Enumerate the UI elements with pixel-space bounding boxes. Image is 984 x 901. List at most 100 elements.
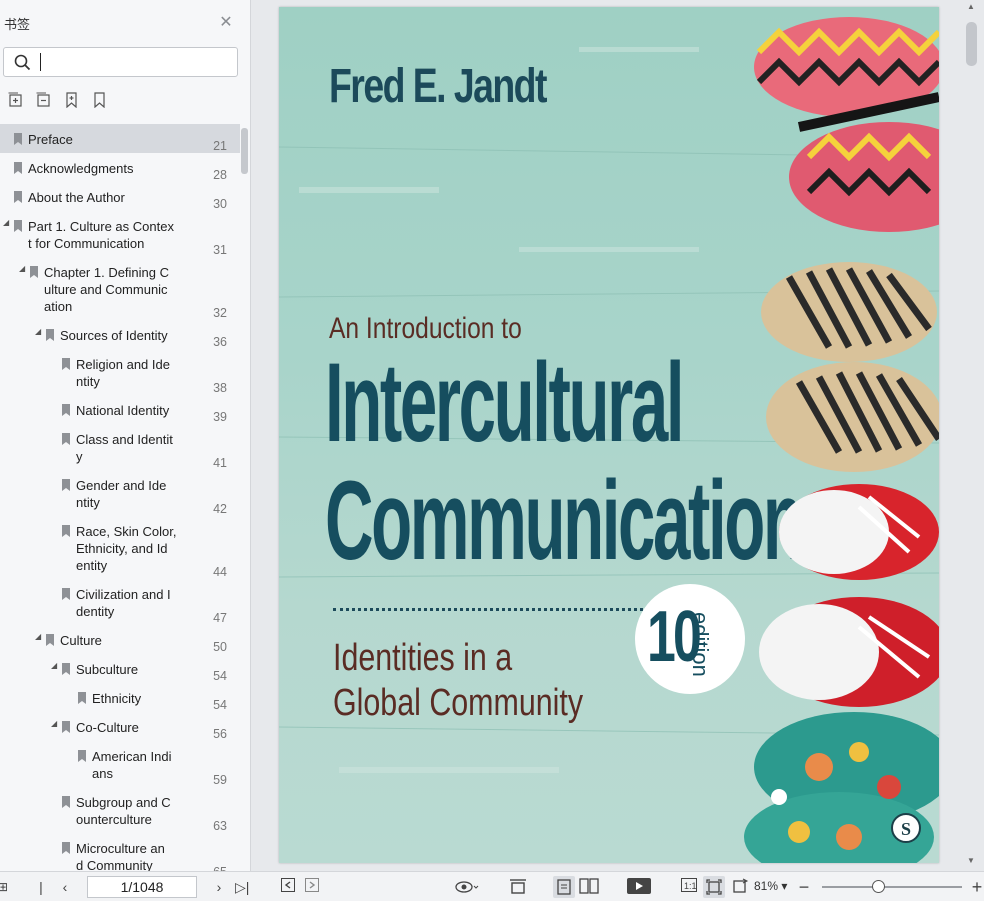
bookmark-label: National Identity	[76, 403, 170, 418]
zoom-slider[interactable]	[822, 886, 962, 888]
bookmark-item[interactable]: ◢ Culture 50	[0, 625, 240, 654]
search-input[interactable]	[40, 53, 230, 71]
two-page-view-icon[interactable]	[578, 878, 600, 896]
bookmark-icon	[62, 479, 70, 491]
fit-width-icon[interactable]	[508, 878, 528, 896]
shoes-illustration	[744, 17, 939, 863]
zoom-out-icon[interactable]: −	[797, 878, 811, 896]
bookmark-item[interactable]: Gender and Ide ntity 42	[0, 470, 240, 516]
bookmark-icon	[78, 750, 86, 762]
expand-all-icon[interactable]	[8, 92, 24, 108]
back-icon[interactable]	[280, 878, 296, 896]
collapse-all-icon[interactable]	[36, 92, 52, 108]
zoom-level[interactable]: 81% ▾	[754, 879, 787, 893]
collapse-toggle-icon[interactable]: ◢	[51, 719, 59, 729]
book-title-line-1: Intercultural	[325, 340, 685, 465]
sidebar-scrollbar[interactable]	[241, 128, 248, 174]
bookmark-label: Microculture an d Community	[76, 841, 165, 871]
bookmark-item[interactable]: Preface 21	[0, 124, 240, 153]
bookmark-label: Co-Culture	[76, 720, 139, 735]
page-number-input[interactable]: 1/1048	[87, 876, 197, 898]
bookmark-label: Class and Identit y	[76, 432, 173, 464]
rotate-page-icon[interactable]	[732, 878, 750, 896]
bookmark-item[interactable]: ◢ Sources of Identity 36	[0, 320, 240, 349]
document-scroll-thumb[interactable]	[966, 22, 977, 66]
bottom-toolbar: ⊞ |◁ ‹ 1/1048 › ▷| 1:1 81% ▾ − +	[0, 871, 984, 901]
bookmark-icon	[62, 796, 70, 808]
bookmark-icon	[30, 266, 38, 278]
bookmark-item[interactable]: ◢ Chapter 1. Defining C ulture and Commun…	[0, 257, 240, 320]
bookmark-item[interactable]: American Indi ans 59	[0, 741, 240, 787]
bookmark-item[interactable]: National Identity 39	[0, 395, 240, 424]
edition-word: edition	[688, 612, 713, 677]
bookmark-item[interactable]: Ethnicity 54	[0, 683, 240, 712]
zoom-slider-handle[interactable]	[872, 880, 885, 893]
bookmark-item[interactable]: About the Author 30	[0, 182, 240, 211]
scroll-up-arrow-icon[interactable]: ▲	[967, 2, 975, 11]
bookmark-item[interactable]: Class and Identit y 41	[0, 424, 240, 470]
last-page-icon[interactable]: ▷|	[235, 878, 249, 896]
bookmark-icon	[78, 692, 86, 704]
partial-icon[interactable]: ⊞	[0, 878, 8, 896]
zoom-in-icon[interactable]: +	[970, 878, 984, 896]
bookmark-page-number: 65	[213, 864, 227, 871]
bookmark-label: Preface	[28, 132, 73, 147]
bookmark-label: Culture	[60, 633, 102, 648]
bookmark-icon	[14, 191, 22, 203]
close-icon[interactable]: ✕	[217, 14, 235, 32]
bookmark-label: Civilization and I dentity	[76, 587, 171, 619]
publisher-logo: S	[891, 813, 921, 843]
collapse-toggle-icon[interactable]: ◢	[51, 661, 59, 671]
bookmark-item[interactable]: Race, Skin Color, Ethnicity, and Id enti…	[0, 516, 240, 579]
dotted-divider	[333, 608, 643, 611]
svg-text:S: S	[901, 819, 911, 839]
book-author: Fred E. Jandt	[329, 60, 547, 113]
book-subtitle-line-1: Identities in a	[333, 637, 513, 679]
bookmark-item[interactable]: Acknowledgments 28	[0, 153, 240, 182]
collapse-toggle-icon[interactable]: ◢	[3, 218, 11, 228]
forward-icon[interactable]	[304, 878, 320, 896]
bookmark-label: Sources of Identity	[60, 328, 168, 343]
scroll-down-arrow-icon[interactable]: ▼	[967, 856, 975, 865]
actual-size-icon[interactable]: 1:1	[680, 878, 698, 896]
collapse-toggle-icon[interactable]: ◢	[35, 632, 43, 642]
add-bookmark-icon[interactable]	[64, 92, 80, 108]
first-page-icon[interactable]: |◁	[34, 878, 48, 901]
bookmark-item[interactable]: Religion and Ide ntity 38	[0, 349, 240, 395]
book-cover-page: Fred E. Jandt An Introduction to Intercu…	[279, 7, 939, 863]
bookmark-icon	[62, 588, 70, 600]
collapse-toggle-icon[interactable]: ◢	[19, 264, 27, 274]
next-page-icon[interactable]: ›	[212, 878, 226, 896]
play-slideshow-icon[interactable]	[627, 878, 651, 896]
bookmark-search[interactable]	[3, 47, 238, 77]
search-icon	[14, 54, 31, 71]
svg-text:1:1: 1:1	[684, 881, 697, 891]
single-page-view-icon[interactable]	[553, 876, 575, 898]
bookmark-icon	[62, 525, 70, 537]
bookmark-item[interactable]: Subgroup and C ounterculture 63	[0, 787, 240, 833]
bookmark-icon	[62, 404, 70, 416]
bookmark-label: Chapter 1. Defining C ulture and Communi…	[44, 265, 170, 314]
panel-title: 书签	[4, 17, 31, 32]
fit-page-icon[interactable]	[703, 876, 725, 898]
bookmark-item[interactable]: ◢ Part 1. Culture as Contex t for Communi…	[0, 211, 240, 257]
bookmark-label: Race, Skin Color, Ethnicity, and Id enti…	[76, 524, 177, 573]
eye-protection-icon[interactable]	[454, 878, 480, 896]
bookmark-icon[interactable]	[92, 92, 108, 108]
bookmarks-panel: 书签 ✕ Preface 21 Acknowledgments 28 About…	[0, 0, 251, 871]
bookmark-icon	[62, 433, 70, 445]
bookmark-icon	[62, 721, 70, 733]
document-scrollbar[interactable]	[963, 0, 984, 871]
bookmark-item[interactable]: ◢ Subculture 54	[0, 654, 240, 683]
bookmark-item[interactable]: Civilization and I dentity 47	[0, 579, 240, 625]
bookmark-label: Gender and Ide ntity	[76, 478, 167, 510]
bookmark-item[interactable]: ◢ Co-Culture 56	[0, 712, 240, 741]
previous-page-icon[interactable]: ‹	[58, 878, 72, 896]
document-view[interactable]: Fred E. Jandt An Introduction to Intercu…	[252, 0, 984, 871]
collapse-toggle-icon[interactable]: ◢	[35, 327, 43, 337]
bookmark-label: Acknowledgments	[28, 161, 134, 176]
bookmark-item[interactable]: Microculture an d Community 65	[0, 833, 240, 871]
book-subtitle-line-2: Global Community	[333, 682, 584, 724]
bookmark-icon	[62, 842, 70, 854]
bookmark-icon	[46, 329, 54, 341]
